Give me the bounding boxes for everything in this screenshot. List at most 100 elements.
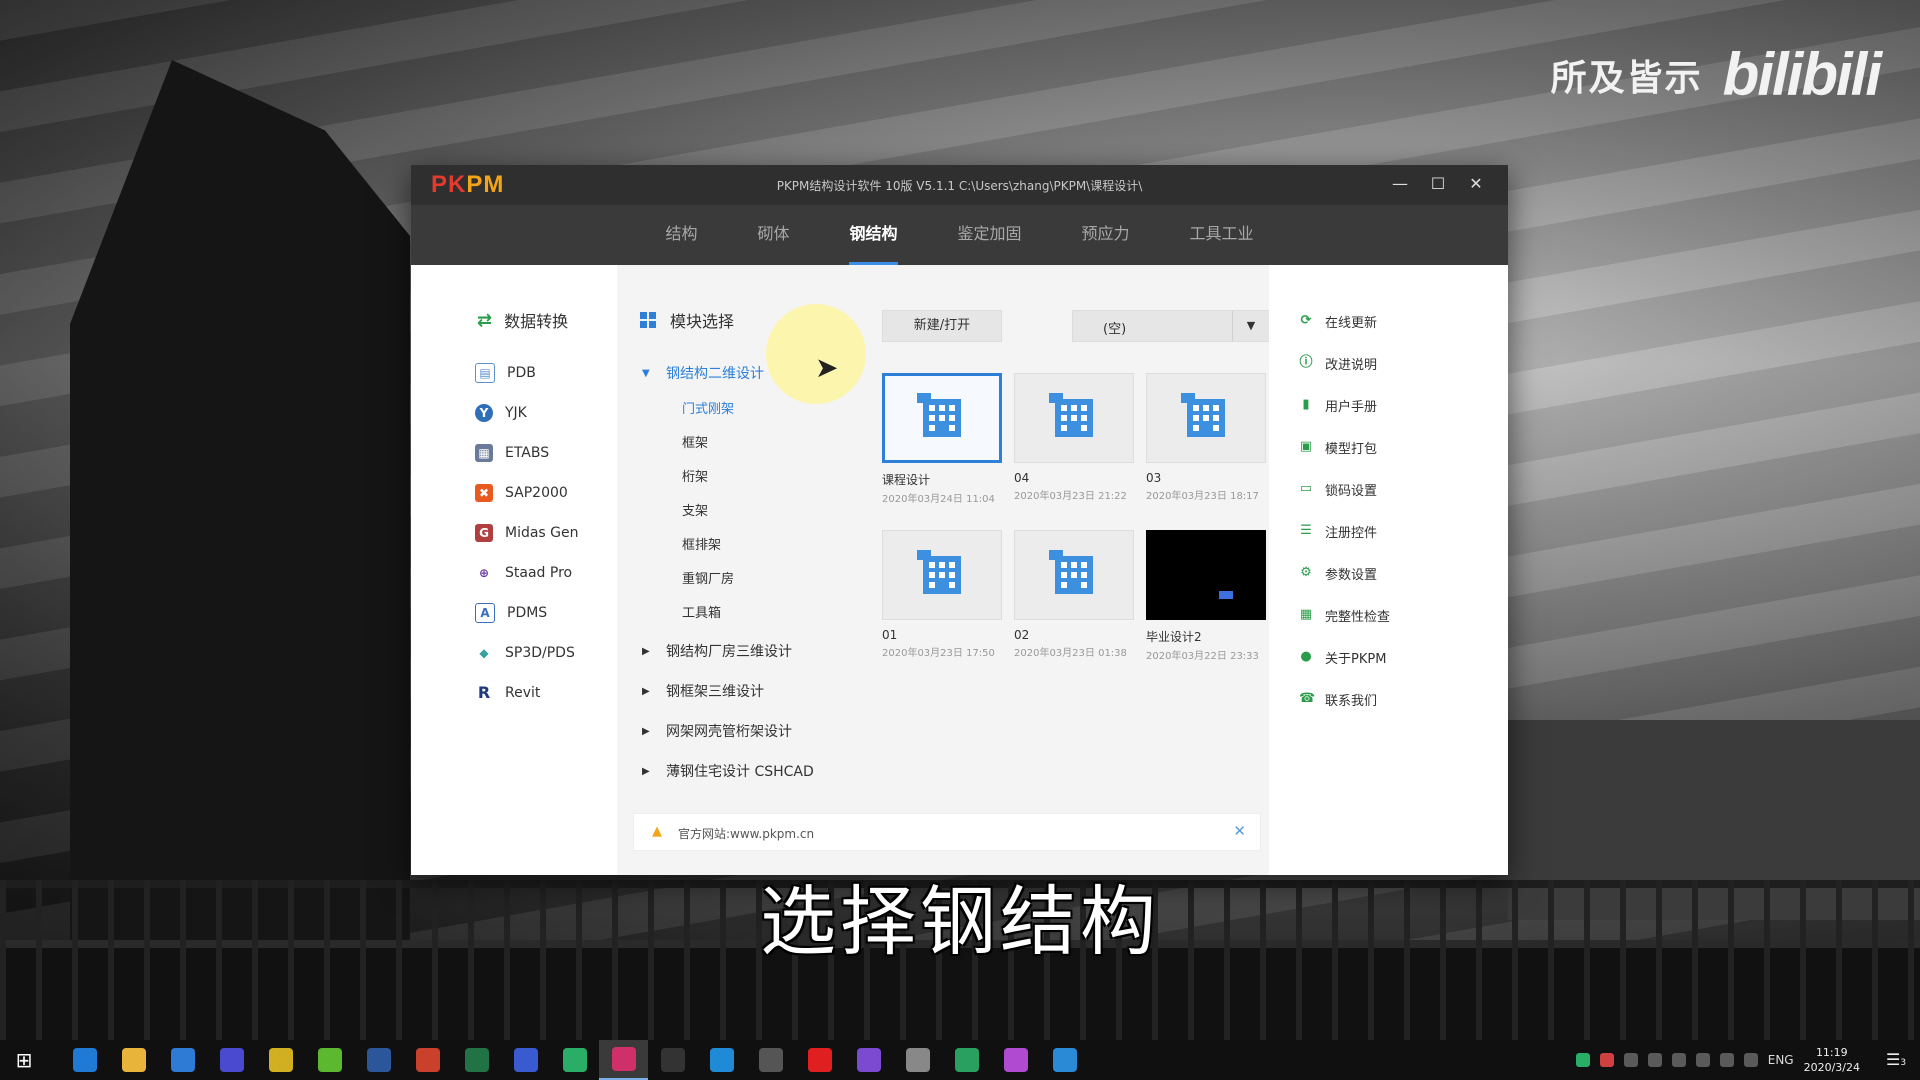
- network-icon[interactable]: [1743, 1053, 1758, 1067]
- en-dictionary-icon[interactable]: [501, 1040, 550, 1080]
- app-gray-icon[interactable]: [893, 1040, 942, 1080]
- tab-appraisal-reinforcement[interactable]: 鉴定加固: [928, 205, 1052, 265]
- online-update-link[interactable]: ⟳ 在线更新: [1299, 300, 1390, 342]
- video-subtitle: 选择钢结构: [760, 877, 1160, 966]
- tree-item-support[interactable]: 支架: [642, 495, 852, 529]
- clock[interactable]: 11:19 2020/3/24: [1804, 1045, 1860, 1075]
- tab-structure[interactable]: 结构: [635, 205, 727, 265]
- photos-icon-glyph: [709, 1048, 734, 1072]
- project-card[interactable]: 04 2020年03月23日 21:22: [1014, 373, 1134, 502]
- monitor-icon: ▭: [1299, 481, 1313, 496]
- improvement-notes-link[interactable]: ⓘ 改进说明: [1299, 342, 1390, 384]
- wechat-icon[interactable]: [550, 1040, 599, 1080]
- parameter-settings-link[interactable]: ⚙ 参数设置: [1299, 552, 1390, 594]
- maximize-button[interactable]: ☐: [1426, 171, 1450, 197]
- exchange-arrows-icon: ⇄: [477, 309, 493, 331]
- project-card[interactable]: 毕业设计2 2020年03月22日 23:33: [1146, 530, 1266, 662]
- project-card[interactable]: 课程设计 2020年03月24日 11:04: [882, 373, 1002, 505]
- tree-node-light-steel-cshcad[interactable]: ▶ 薄钢住宅设计 CSHCAD: [642, 751, 852, 791]
- app-yellow-icon[interactable]: [256, 1040, 305, 1080]
- battery-icon[interactable]: [1719, 1053, 1734, 1067]
- user-manual-link[interactable]: ▮ 用户手册: [1299, 384, 1390, 426]
- record-icon[interactable]: [795, 1040, 844, 1080]
- tree-item-heavy-steel-plant[interactable]: 重钢厂房: [642, 563, 852, 597]
- monitor-app-icon[interactable]: [942, 1040, 991, 1080]
- system-tray: ENG 11:19 2020/3/24: [1575, 1040, 1860, 1080]
- tab-tools-industry[interactable]: 工具工业: [1160, 205, 1284, 265]
- app-yellow-icon-glyph: [268, 1048, 293, 1072]
- source-midas-gen[interactable]: G Midas Gen: [475, 513, 579, 553]
- source-etabs[interactable]: ▦ ETABS: [475, 433, 579, 473]
- module-selection-panel: 模块选择 ▼ 钢结构二维设计 门式刚架 框架 桁架 支架 框排架 重钢厂房 工具…: [617, 265, 1270, 875]
- qq-icon[interactable]: [648, 1040, 697, 1080]
- contact-us-link[interactable]: ☎ 联系我们: [1299, 678, 1390, 720]
- windows-start-icon[interactable]: ⊞: [12, 1048, 36, 1072]
- photos-icon[interactable]: [697, 1040, 746, 1080]
- app-blue-icon[interactable]: [1040, 1040, 1089, 1080]
- new-open-button[interactable]: 新建/打开: [882, 310, 1002, 342]
- about-pkpm-link[interactable]: ● 关于PKPM: [1299, 636, 1390, 678]
- lock-code-settings-link[interactable]: ▭ 锁码设置: [1299, 468, 1390, 510]
- register-icon: ☰: [1300, 523, 1312, 538]
- register-control-link[interactable]: ☰ 注册控件: [1299, 510, 1390, 552]
- tray-status-icon[interactable]: [1575, 1053, 1590, 1067]
- project-card[interactable]: 01 2020年03月23日 17:50: [882, 530, 1002, 659]
- volume-icon[interactable]: [1695, 1053, 1710, 1067]
- tab-steel-structure[interactable]: 钢结构: [819, 205, 927, 265]
- user-icon: ●: [1300, 649, 1312, 664]
- source-yjk[interactable]: Y YJK: [475, 393, 579, 433]
- word-icon[interactable]: [354, 1040, 403, 1080]
- project-select[interactable]: (空) ▼: [1072, 310, 1270, 342]
- save-disk-icon[interactable]: [207, 1040, 256, 1080]
- close-notice-icon[interactable]: ✕: [1233, 822, 1246, 840]
- source-staad-pro[interactable]: ⊕ Staad Pro: [475, 553, 579, 593]
- integrity-check-link[interactable]: ▦ 完整性检查: [1299, 594, 1390, 636]
- project-card[interactable]: 03 2020年03月23日 18:17: [1146, 373, 1266, 502]
- tree-item-truss[interactable]: 桁架: [642, 461, 852, 495]
- tree-item-toolbox[interactable]: 工具箱: [642, 597, 852, 631]
- pkpm-icon[interactable]: [599, 1040, 648, 1080]
- caret-right-icon: ▶: [642, 685, 650, 697]
- app-green-icon[interactable]: [305, 1040, 354, 1080]
- microphone-icon[interactable]: [1623, 1053, 1638, 1067]
- tab-masonry[interactable]: 砌体: [727, 205, 819, 265]
- notification-center-icon[interactable]: ☰3: [1886, 1050, 1906, 1070]
- shield-icon[interactable]: [1647, 1053, 1662, 1067]
- cloud-icon[interactable]: [1671, 1053, 1686, 1067]
- minimize-button[interactable]: —: [1388, 171, 1412, 197]
- source-revit[interactable]: R Revit: [475, 673, 579, 713]
- tree-node-steel-frame-3d[interactable]: ▶ 钢框架三维设计: [642, 671, 852, 711]
- tree-item-bent-frame[interactable]: 框排架: [642, 529, 852, 563]
- source-sap2000[interactable]: ✖ SAP2000: [475, 473, 579, 513]
- bell-icon: ▲: [652, 824, 662, 839]
- cortana-icon[interactable]: [844, 1040, 893, 1080]
- app-purple-icon[interactable]: [991, 1040, 1040, 1080]
- tree-item-frame[interactable]: 框架: [642, 427, 852, 461]
- book-icon: ▮: [1302, 397, 1310, 412]
- tab-prestress[interactable]: 预应力: [1052, 205, 1160, 265]
- chevron-down-icon[interactable]: ▼: [1232, 311, 1269, 341]
- model-package-link[interactable]: ▣ 模型打包: [1299, 426, 1390, 468]
- building-thumbnail: [882, 373, 1002, 463]
- input-language[interactable]: ENG: [1768, 1053, 1794, 1067]
- tray-app-icon[interactable]: [1599, 1053, 1614, 1067]
- file-explorer-icon[interactable]: [109, 1040, 158, 1080]
- app-blue-icon-glyph: [1052, 1048, 1077, 1072]
- source-pdms[interactable]: A PDMS: [475, 593, 579, 633]
- tree-node-grid-shell-truss[interactable]: ▶ 网架网壳管桁架设计: [642, 711, 852, 751]
- close-button[interactable]: ✕: [1464, 171, 1488, 197]
- utilities-panel: ⟳ 在线更新 ⓘ 改进说明 ▮ 用户手册 ▣ 模型打包 ▭ 锁码设置 ☰ 注册控件 ⚙ 参数设…: [1269, 265, 1508, 875]
- revit-icon: R: [477, 683, 491, 702]
- source-sp3d-pds[interactable]: ◆ SP3D/PDS: [475, 633, 579, 673]
- save-disk-icon-glyph: [219, 1048, 244, 1072]
- word-icon-glyph: [366, 1048, 391, 1072]
- excel-icon[interactable]: [452, 1040, 501, 1080]
- powerpoint-icon[interactable]: [403, 1040, 452, 1080]
- edge-icon[interactable]: [60, 1040, 109, 1080]
- tree-node-steel-plant-3d[interactable]: ▶ 钢结构厂房三维设计: [642, 631, 852, 671]
- data-conversion-heading[interactable]: ⇄ 数据转换: [477, 308, 568, 332]
- mail-icon[interactable]: [158, 1040, 207, 1080]
- fox-icon[interactable]: [746, 1040, 795, 1080]
- project-card[interactable]: 02 2020年03月23日 01:38: [1014, 530, 1134, 659]
- source-pdb[interactable]: ▤ PDB: [475, 353, 579, 393]
